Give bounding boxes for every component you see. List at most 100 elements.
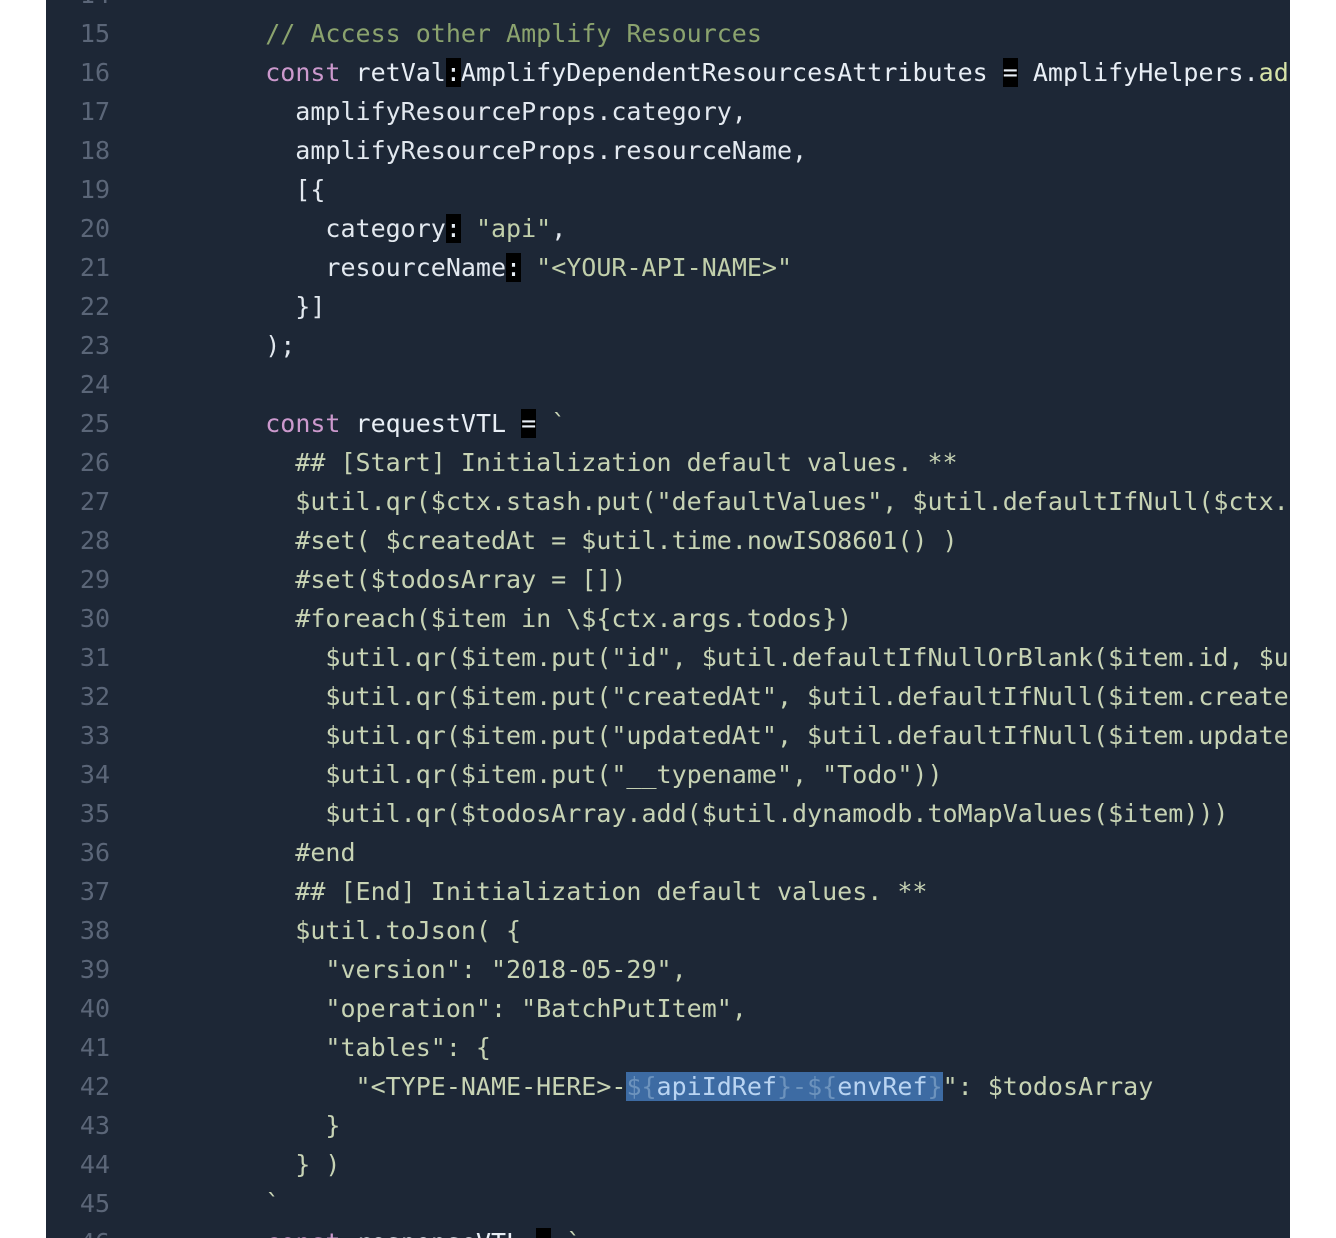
code-token: #set( $createdAt = $util.time.nowISO8601… xyxy=(205,526,958,555)
code-token: } xyxy=(205,1111,341,1140)
code-token: amplifyResourceProps.category, xyxy=(205,97,747,126)
line-number: 46 xyxy=(46,1223,110,1238)
line-number: 38 xyxy=(79,916,110,945)
code-text: resourceName: "<YOUR-API-NAME>" xyxy=(205,248,792,287)
line-number: 41 xyxy=(79,1033,110,1062)
code-token: const xyxy=(265,58,341,87)
line-number: 36 xyxy=(79,838,110,867)
code-token: $util.toJson( { xyxy=(205,916,522,945)
code-token: ## [End] Initialization default values. … xyxy=(205,877,928,906)
code-token: AmplifyDependentResourcesAttributes xyxy=(460,58,1003,87)
code-token: : xyxy=(445,214,461,243)
line-number: 25 xyxy=(79,409,110,438)
code-token: #set($todosArray = []) xyxy=(205,565,627,594)
code-text: ` xyxy=(205,1184,280,1223)
code-token: ` xyxy=(551,1228,581,1238)
code-token: "tables": { xyxy=(205,1033,491,1062)
code-token: = xyxy=(536,1228,552,1238)
line-number: 16 xyxy=(79,58,110,87)
code-text: }] xyxy=(205,287,325,326)
code-text: } ) xyxy=(205,1145,340,1184)
line-number: 31 xyxy=(79,643,110,672)
code-text: $util.qr($item.put("createdAt", $util.de… xyxy=(205,677,1290,716)
line-number: 22 xyxy=(79,292,110,321)
code-token: ); xyxy=(205,331,296,360)
line-number: 29 xyxy=(79,565,110,594)
code-text: #set($todosArray = []) xyxy=(205,560,626,599)
code-token: "operation": "BatchPutItem", xyxy=(205,994,747,1023)
code-token: #foreach($item in \${ctx.args.todos}) xyxy=(205,604,853,633)
line-number: 35 xyxy=(79,799,110,828)
code-token: }] xyxy=(205,292,326,321)
code-text: $util.qr($item.put("id", $util.defaultIf… xyxy=(205,638,1290,677)
line-number: 40 xyxy=(79,994,110,1023)
code-token: apiIdRef xyxy=(656,1072,777,1101)
code-editor[interactable]: 14 15 // Access other Amplify Resources 16… xyxy=(46,0,1290,1238)
code-token: AmplifyHelpers. xyxy=(1017,58,1259,87)
code-text: ## [Start] Initialization default values… xyxy=(205,443,958,482)
code-token: $util.qr($item.put("updatedAt", $util.de… xyxy=(325,721,1290,750)
code-token: = xyxy=(521,409,537,438)
code-token: addResourceDependency xyxy=(1258,58,1290,87)
code-text: #end xyxy=(205,833,355,872)
code-text: const requestVTL = ` xyxy=(205,404,566,443)
code-token: requestVTL xyxy=(340,409,522,438)
line-number: 18 xyxy=(79,136,110,165)
line-number: 30 xyxy=(79,604,110,633)
line-number: 39 xyxy=(79,955,110,984)
code-token: ": $todosArray xyxy=(942,1072,1154,1101)
line-number: 28 xyxy=(79,526,110,555)
line-number: 32 xyxy=(79,682,110,711)
code-token: "<YOUR-API-NAME>" xyxy=(536,253,793,282)
code-token: , xyxy=(551,214,567,243)
code-token: responseVTL xyxy=(340,1228,536,1238)
line-number: 21 xyxy=(79,253,110,282)
line-number: 33 xyxy=(79,721,110,750)
code-text: category: "api", xyxy=(205,209,566,248)
code-text: } xyxy=(205,1106,340,1145)
code-token: : xyxy=(506,253,522,282)
line-number: 14 xyxy=(46,0,110,14)
code-token: const xyxy=(265,1228,340,1238)
code-token: $util.qr($todosArray.add($util.dynamodb.… xyxy=(205,799,1229,828)
line-number: 27 xyxy=(79,487,110,516)
code-token: $util.qr($item.put("__typename", "Todo")… xyxy=(205,760,943,789)
line-number: 44 xyxy=(79,1150,110,1179)
line-number: 26 xyxy=(79,448,110,477)
code-token: ## [Start] Initialization default values… xyxy=(205,448,958,477)
code-token: $util.qr($item.put("createdAt", $util.de… xyxy=(325,682,1290,711)
code-text: $util.qr($item.put("updatedAt", $util.de… xyxy=(205,716,1290,755)
code-token: // Access other Amplify Resources xyxy=(265,19,762,48)
code-text: $util.qr($ctx.stash.put("defaultValues",… xyxy=(205,482,1290,521)
code-token: : xyxy=(445,58,461,87)
code-text: "tables": { xyxy=(205,1028,491,1067)
code-text: "<TYPE-NAME-HERE>-${apiIdRef}-${envRef}"… xyxy=(205,1067,1153,1106)
code-token: resourceName xyxy=(205,253,507,282)
code-token: "<TYPE-NAME-HERE>- xyxy=(205,1072,627,1101)
code-token: } xyxy=(927,1072,943,1101)
code-token: "version": "2018-05-29", xyxy=(205,955,687,984)
code-token: ` xyxy=(205,1189,281,1218)
line-number: 20 xyxy=(79,214,110,243)
code-token: [{ xyxy=(205,175,326,204)
line-number: 19 xyxy=(79,175,110,204)
code-text: #set( $createdAt = $util.time.nowISO8601… xyxy=(205,521,958,560)
line-number: 37 xyxy=(79,877,110,906)
code-text: $util.qr($todosArray.add($util.dynamodb.… xyxy=(205,794,1229,833)
line-number: 43 xyxy=(79,1111,110,1140)
code-token: retVal xyxy=(340,58,446,87)
line-number: 15 xyxy=(79,19,110,48)
line-number: 42 xyxy=(79,1072,110,1101)
code-token: "api" xyxy=(475,214,552,243)
code-text: ); xyxy=(205,326,295,365)
code-text: "operation": "BatchPutItem", xyxy=(205,989,747,1028)
code-text: // Access other Amplify Resources xyxy=(205,14,762,53)
line-number: 23 xyxy=(79,331,110,360)
code-token: envRef xyxy=(837,1072,928,1101)
code-token: ${ xyxy=(626,1072,657,1101)
